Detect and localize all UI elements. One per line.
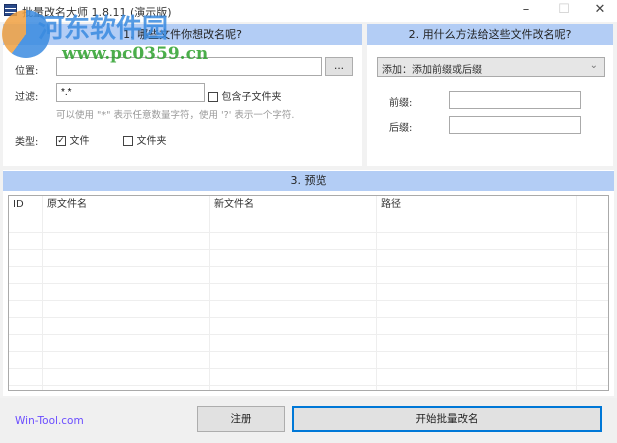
column-divider (209, 196, 210, 390)
maximize-button[interactable]: ☐ (547, 0, 581, 22)
table-row-line (9, 334, 608, 335)
method-selected: 添加：添加前缀或后缀 (382, 65, 482, 76)
footer: Win-Tool.com 注册 开始批量改名 (0, 398, 617, 443)
column-header-original-name[interactable]: 原文件名 (43, 196, 87, 214)
browse-button[interactable]: ... (325, 57, 353, 76)
watermark-url: www.pc0359.cn (62, 44, 209, 64)
table-row-line (9, 368, 608, 369)
suffix-input[interactable] (449, 116, 581, 134)
type-folder-label: 文件夹 (136, 136, 167, 147)
minimize-button[interactable]: – (509, 0, 543, 22)
table-row-line (9, 385, 608, 386)
column-divider (376, 196, 377, 390)
section-2-header: 2. 用什么方法给这些文件改名呢? (367, 24, 613, 45)
type-label: 类型: (15, 137, 39, 148)
section-3-header: 3. 预览 (3, 171, 614, 191)
section-2-panel: 2. 用什么方法给这些文件改名呢? 添加：添加前缀或后缀 ⌄ 前缀: 后缀: (367, 24, 613, 166)
column-header-new-name[interactable]: 新文件名 (210, 196, 254, 214)
table-row-line (9, 351, 608, 352)
include-subfolders-checkbox[interactable]: 包含子文件夹 (208, 88, 282, 103)
prefix-label: 前缀: (389, 98, 413, 109)
watermark-name: 河东软件园 (38, 14, 169, 44)
checkmark-icon[interactable]: ✓ (56, 136, 66, 146)
suffix-label: 后缀: (389, 123, 413, 134)
table-row-line (9, 232, 608, 233)
preview-table[interactable]: ID 原文件名 新文件名 路径 (8, 195, 609, 391)
table-row-line (9, 300, 608, 301)
type-file-label: 文件 (69, 136, 90, 147)
method-dropdown[interactable]: 添加：添加前缀或后缀 ⌄ (377, 57, 605, 77)
column-divider (42, 196, 43, 390)
column-header-path[interactable]: 路径 (377, 196, 401, 214)
filter-hint: 可以使用 "*" 表示任意数量字符，使用 '?' 表示一个字符. (56, 110, 295, 121)
type-file-checkbox[interactable]: ✓ 文件 (56, 132, 90, 147)
website-link[interactable]: Win-Tool.com (15, 415, 84, 427)
checkbox-box[interactable] (208, 92, 218, 102)
prefix-input[interactable] (449, 91, 581, 109)
filter-label: 过滤: (15, 92, 39, 103)
start-rename-button[interactable]: 开始批量改名 (292, 406, 602, 432)
location-label: 位置: (15, 66, 39, 77)
checkbox-box[interactable] (123, 136, 133, 146)
filter-input[interactable] (56, 83, 205, 102)
close-button[interactable]: ✕ (583, 0, 617, 22)
column-header-id[interactable]: ID (9, 196, 24, 214)
register-button[interactable]: 注册 (197, 406, 285, 432)
table-row-line (9, 283, 608, 284)
chevron-down-icon: ⌄ (589, 60, 598, 71)
table-row-line (9, 249, 608, 250)
type-folder-checkbox[interactable]: 文件夹 (123, 132, 167, 147)
include-subfolders-label: 包含子文件夹 (221, 92, 282, 103)
table-row-line (9, 317, 608, 318)
table-row-line (9, 266, 608, 267)
column-divider (576, 196, 577, 390)
